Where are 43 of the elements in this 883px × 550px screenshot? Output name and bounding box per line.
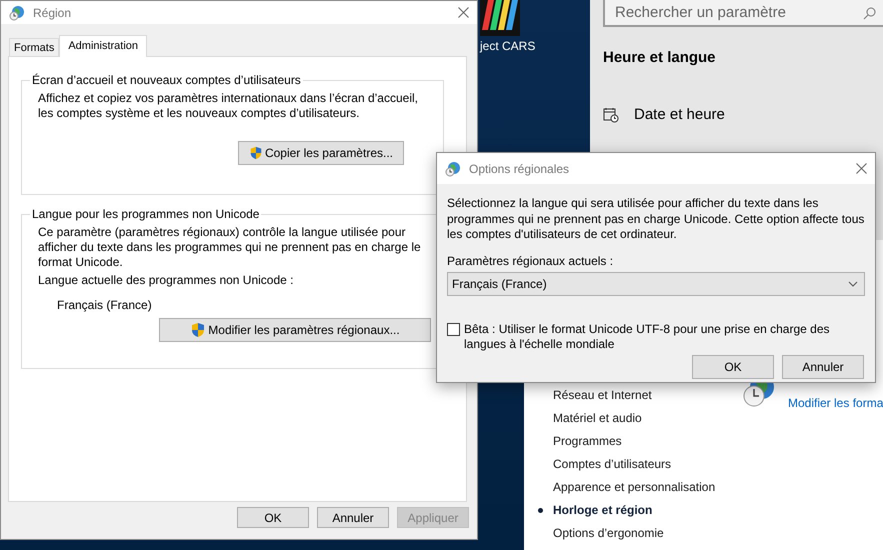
category-link[interactable]: Modifier les forma: [788, 396, 883, 410]
globe-icon: [9, 4, 25, 20]
dialog-button[interactable]: OK: [692, 354, 774, 378]
dialog-button[interactable]: OK: [237, 507, 309, 528]
description-text: Sélectionnez la langue qui sera utilisée pour afficher du texte dans les programmes qui ne prennent pas en charge Unicode. Cette option affecte tous les comptes d'utilisateurs de cet ordinateur.: [447, 196, 866, 242]
shield-icon: [190, 322, 206, 338]
dialog-button[interactable]: Annuler: [317, 507, 389, 528]
current-value: Français (France): [57, 298, 153, 312]
app-icon: [480, 0, 520, 36]
nav-link[interactable]: Horloge et région: [538, 503, 652, 518]
settings-link[interactable]: Date et heure: [634, 106, 725, 123]
nav-link[interactable]: Comptes d’utilisateurs: [538, 457, 672, 472]
field-label: Langue actuelle des programmes non Unicode :: [38, 273, 294, 288]
calendar-icon: [603, 106, 619, 122]
icon-label[interactable]: ject CARS: [480, 39, 536, 53]
shield-icon: [249, 145, 263, 161]
shield-button[interactable]: Modifier les paramètres régionaux...: [159, 318, 431, 342]
group-label: Écran d’accueil et nouveaux comptes d’utilisateurs: [31, 73, 302, 87]
description-text: Affichez et copiez vos paramètres internationaux dans l’écran d’accueil, les comptes système et les nouveaux comptes d’utilisateurs.: [38, 91, 419, 121]
tab[interactable]: Administration: [59, 35, 148, 57]
field-label: Paramètres régionaux actuels :: [447, 254, 614, 268]
description-text: Ce paramètre (paramètres régionaux) contrôle la langue utilisée pour afficher du texte dans les programmes qui ne prennent pas en charge le format Unicode.: [38, 225, 422, 270]
group-label: Langue pour les programmes non Unicode: [31, 207, 260, 221]
shield-button[interactable]: Copier les paramètres...: [238, 141, 404, 165]
chevron-down-icon: [848, 280, 858, 286]
search-icon: [863, 6, 877, 20]
close-icon: [856, 163, 867, 174]
search-field[interactable]: Rechercher un paramètre: [603, 0, 883, 27]
section-heading: Heure et langue: [603, 49, 717, 66]
nav-link[interactable]: Options d’ergonomie: [538, 526, 664, 541]
globe-icon: [445, 160, 461, 176]
checkbox[interactable]: [447, 322, 460, 336]
close-icon: [458, 7, 469, 18]
nav-link[interactable]: Apparence et personnalisation: [538, 480, 716, 495]
nav-link[interactable]: Réseau et Internet: [538, 388, 652, 403]
tab[interactable]: Formats: [9, 38, 60, 56]
locale-dropdown[interactable]: Français (France): [447, 272, 865, 296]
dialog-button[interactable]: Annuler: [782, 354, 864, 378]
window-title: Options régionales: [469, 162, 570, 176]
nav-link[interactable]: Programmes: [538, 434, 622, 449]
checkbox-label: Bêta : Utiliser le format Unicode UTF-8 pour une prise en charge des langues à l'échelle mondiale: [464, 322, 831, 352]
nav-link[interactable]: Matériel et audio: [538, 411, 642, 426]
window-title: Région: [33, 6, 72, 20]
